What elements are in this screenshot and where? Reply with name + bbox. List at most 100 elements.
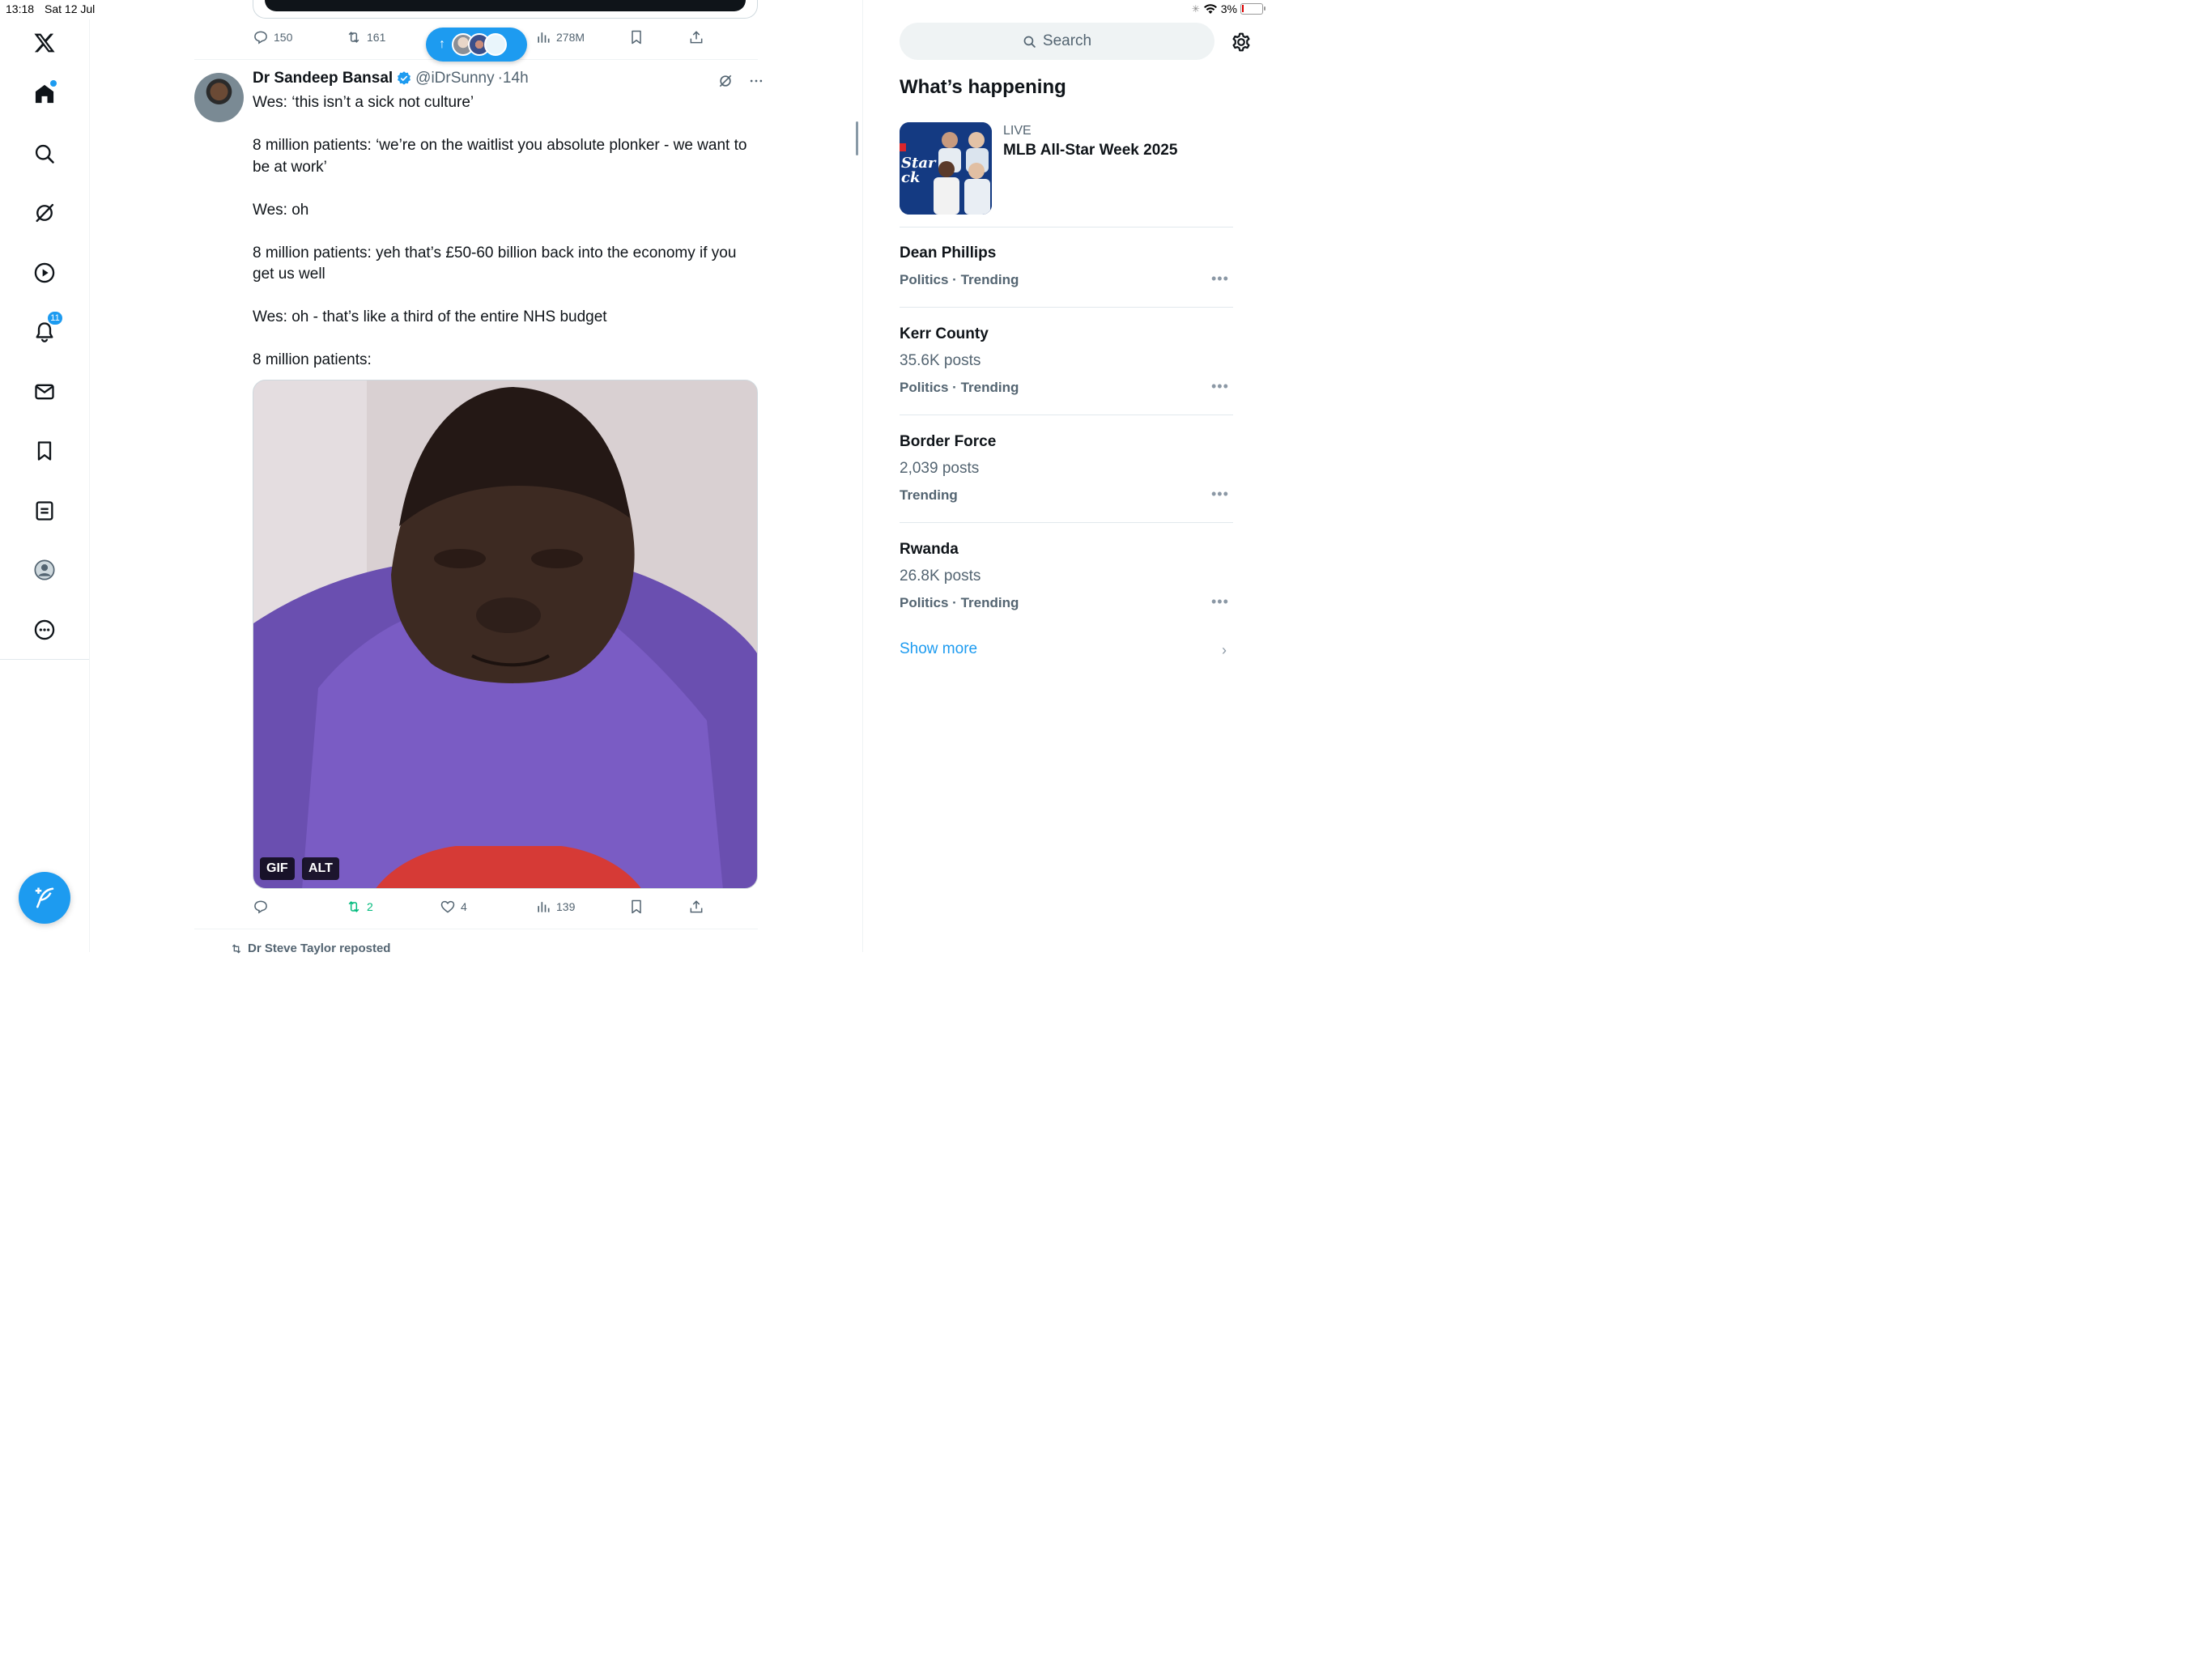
retweet-button[interactable]: 161 [346, 29, 385, 45]
trend-divider [900, 522, 1233, 523]
bookmarks-icon[interactable] [32, 439, 57, 463]
like-count: 4 [461, 900, 467, 913]
reply-icon [254, 31, 267, 45]
share-button[interactable] [688, 899, 704, 915]
tweet-actions: 2 4 139 [253, 897, 706, 916]
compose-button[interactable] [19, 872, 70, 924]
grok-icon[interactable] [717, 73, 734, 89]
trend-category: Politics · Trending [900, 380, 1019, 395]
author-name[interactable]: Dr Sandeep Bansal [253, 70, 393, 87]
trend-post-count: 26.8K posts [900, 568, 981, 585]
trend-name[interactable]: Rwanda [900, 541, 959, 559]
nav-divider [0, 659, 89, 660]
reply-icon [254, 900, 267, 914]
notifications-badge: 11 [47, 311, 63, 325]
home-unread-dot [50, 80, 57, 87]
views-count: 278M [556, 31, 585, 44]
event-title[interactable]: MLB All-Star Week 2025 [1003, 142, 1177, 159]
reply-button[interactable]: 150 [253, 29, 292, 45]
bookmark-button[interactable] [628, 29, 644, 45]
search-icon [1023, 36, 1036, 48]
trend-divider [900, 414, 1233, 415]
trend-more-icon[interactable]: ••• [1211, 378, 1229, 395]
trend-more-icon[interactable]: ••• [1211, 270, 1229, 287]
trend-name[interactable]: Border Force [900, 433, 996, 451]
author-avatar[interactable] [194, 73, 244, 122]
tweet-line: Wes: oh - that’s like a third of the ent… [253, 308, 607, 325]
retweet-count: 2 [367, 900, 373, 913]
tweet-header-actions [717, 73, 764, 89]
home-icon[interactable] [32, 80, 57, 106]
trend-category: Trending [900, 487, 958, 503]
share-button[interactable] [688, 29, 704, 45]
views-icon [538, 32, 550, 43]
search-placeholder: Search [1042, 32, 1092, 49]
compose-feather-icon [35, 887, 54, 908]
tweet-line: 8 million patients: yeh that’s £50-60 bi… [253, 244, 737, 283]
share-icon [690, 900, 703, 913]
gif-badge: GIF [260, 857, 295, 880]
trend-more-icon[interactable]: ••• [1211, 486, 1229, 503]
tweet-line: 8 million patients: [253, 351, 372, 368]
show-more-link[interactable]: Show more [900, 640, 977, 658]
heart-icon [440, 900, 455, 913]
trend-divider [900, 307, 1233, 308]
retweet-icon [348, 901, 359, 912]
timeline: 150 161 278M ↑ Dr Sandeep Bansal @iDrSun… [194, 0, 763, 955]
trend-name[interactable]: Kerr County [900, 325, 989, 343]
more-options-icon[interactable] [748, 73, 764, 89]
search-input[interactable]: Search [900, 23, 1214, 60]
bookmark-icon [632, 899, 641, 914]
grok-icon[interactable] [32, 201, 57, 225]
x-logo-icon[interactable] [32, 31, 57, 55]
trend-name[interactable]: Dean Phillips [900, 244, 996, 262]
trend-category: Politics · Trending [900, 272, 1019, 287]
svg-text:ck: ck [901, 169, 920, 186]
trend-more-icon[interactable]: ••• [1211, 593, 1229, 610]
arrow-up-icon: ↑ [439, 37, 445, 51]
like-button[interactable]: 4 [440, 899, 467, 915]
profile-icon[interactable] [32, 558, 57, 582]
status-date: Sat 12 Jul [45, 2, 96, 15]
retweeted-by-label: Dr Steve Taylor reposted [248, 942, 391, 955]
tweet-time[interactable]: ·14h [498, 70, 529, 87]
new-post-avatar [484, 33, 507, 56]
more-icon[interactable] [32, 618, 57, 642]
event-image: Star ck [900, 122, 992, 215]
notifications-icon[interactable]: 11 [32, 311, 63, 344]
retweet-button[interactable]: 2 [346, 899, 373, 915]
messages-icon[interactable] [32, 380, 57, 404]
retweet-icon [232, 943, 241, 954]
alt-text-button[interactable]: ALT [302, 857, 339, 880]
left-nav: 11 [0, 19, 90, 952]
views-button[interactable]: 278M [535, 29, 585, 45]
author-handle[interactable]: @iDrSunny [415, 70, 494, 87]
scrollbar-thumb[interactable] [856, 121, 858, 155]
views-count: 139 [556, 900, 576, 913]
views-icon [538, 902, 550, 912]
views-button[interactable]: 139 [535, 899, 575, 915]
next-tweet-social-context[interactable]: Dr Steve Taylor reposted [230, 942, 390, 955]
status-time: 13:18 [6, 2, 35, 15]
previous-tweet-media [265, 0, 746, 11]
trend-category: Politics · Trending [900, 595, 1019, 610]
bookmark-button[interactable] [628, 899, 644, 915]
settings-gear-icon[interactable] [1231, 32, 1252, 53]
event-live-label: LIVE [1003, 124, 1032, 138]
reply-count: 150 [274, 31, 293, 44]
tweet-media-gif[interactable]: GIF ALT [253, 380, 758, 889]
search-icon[interactable] [32, 142, 57, 166]
retweet-icon [348, 32, 359, 43]
reply-button[interactable] [253, 899, 269, 915]
retweet-count: 161 [367, 31, 386, 44]
video-icon[interactable] [32, 261, 57, 285]
new-posts-pill[interactable]: ↑ [426, 28, 527, 62]
share-icon [690, 31, 703, 44]
chevron-right-icon[interactable]: › [1222, 642, 1227, 659]
lists-icon[interactable] [32, 499, 57, 523]
gif-image [253, 380, 757, 888]
previous-tweet-card[interactable] [253, 0, 758, 19]
tweet-text: Wes: ‘this isn’t a sick not culture’ 8 m… [253, 92, 758, 372]
tweet-header: Dr Sandeep Bansal @iDrSunny ·14h [253, 70, 529, 87]
event-thumbnail[interactable]: Star ck [900, 122, 992, 215]
